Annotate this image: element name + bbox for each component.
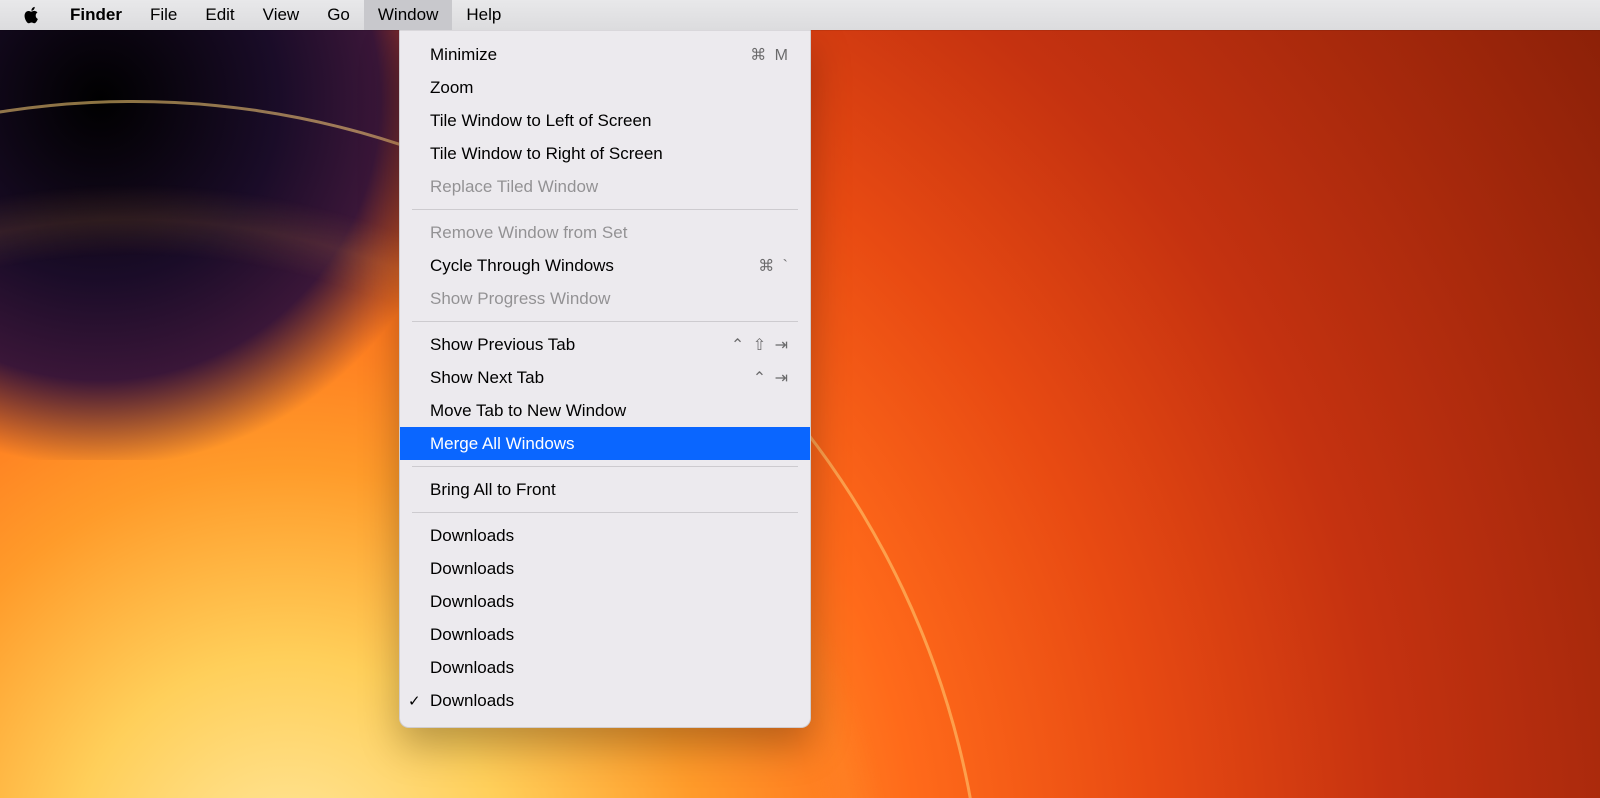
menu-item-label: Downloads (430, 559, 790, 579)
menubar-item-window[interactable]: Window (364, 0, 452, 30)
menubar-item-help[interactable]: Help (452, 0, 515, 30)
apple-menu-icon[interactable] (22, 5, 42, 25)
menu-item-tile-left[interactable]: Tile Window to Left of Screen (400, 104, 810, 137)
menu-item-shortcut: ⌃ ⇥ (720, 368, 790, 388)
menu-item-window-downloads[interactable]: Downloads (400, 519, 810, 552)
menu-item-label: Remove Window from Set (430, 223, 720, 243)
menubar: Finder File Edit View Go Window Help (0, 0, 1600, 30)
menu-item-show-progress: Show Progress Window (400, 282, 810, 315)
menu-item-cycle-windows[interactable]: Cycle Through Windows ⌘ ` (400, 249, 810, 282)
menu-item-label: Downloads (430, 625, 790, 645)
menu-item-shortcut: ⌘ ` (720, 256, 790, 276)
menu-item-label: Downloads (430, 691, 790, 711)
menu-item-merge-all-windows[interactable]: Merge All Windows (400, 427, 810, 460)
menubar-item-view[interactable]: View (249, 0, 314, 30)
menu-item-tile-right[interactable]: Tile Window to Right of Screen (400, 137, 810, 170)
menubar-item-edit[interactable]: Edit (191, 0, 248, 30)
menu-item-show-prev-tab[interactable]: Show Previous Tab ⌃ ⇧ ⇥ (400, 328, 810, 361)
menu-item-label: Downloads (430, 526, 790, 546)
menu-item-window-downloads[interactable]: Downloads (400, 618, 810, 651)
menu-item-label: Move Tab to New Window (430, 401, 720, 421)
window-menu-dropdown: Minimize ⌘ M Zoom Tile Window to Left of… (399, 30, 811, 728)
menu-item-label: Zoom (430, 78, 720, 98)
menu-item-shortcut: ⌃ ⇧ ⇥ (720, 335, 790, 355)
menu-item-bring-all-front[interactable]: Bring All to Front (400, 473, 810, 506)
menu-item-label: Tile Window to Left of Screen (430, 111, 720, 131)
menu-item-label: Tile Window to Right of Screen (430, 144, 720, 164)
menu-item-label: Show Previous Tab (430, 335, 720, 355)
menu-item-label: Show Progress Window (430, 289, 720, 309)
menu-item-label: Merge All Windows (430, 434, 720, 454)
menu-item-window-downloads[interactable]: Downloads (400, 585, 810, 618)
menu-item-label: Show Next Tab (430, 368, 720, 388)
menu-item-replace-tiled: Replace Tiled Window (400, 170, 810, 203)
menu-item-window-downloads[interactable]: Downloads (400, 651, 810, 684)
checkmark-icon: ✓ (408, 692, 421, 710)
menu-separator (412, 321, 798, 322)
menu-item-minimize[interactable]: Minimize ⌘ M (400, 38, 810, 71)
menu-item-zoom[interactable]: Zoom (400, 71, 810, 104)
menubar-item-go[interactable]: Go (313, 0, 364, 30)
menu-item-label: Minimize (430, 45, 720, 65)
menu-item-label: Downloads (430, 658, 790, 678)
desktop-background: Finder File Edit View Go Window Help Min… (0, 0, 1600, 798)
menu-item-label: Downloads (430, 592, 790, 612)
menu-separator (412, 512, 798, 513)
menubar-item-file[interactable]: File (136, 0, 191, 30)
menu-item-show-next-tab[interactable]: Show Next Tab ⌃ ⇥ (400, 361, 810, 394)
menu-item-remove-from-set: Remove Window from Set (400, 216, 810, 249)
menu-item-label: Bring All to Front (430, 480, 720, 500)
menu-separator (412, 209, 798, 210)
menubar-app-name[interactable]: Finder (56, 0, 136, 30)
menu-item-shortcut: ⌘ M (720, 45, 790, 65)
menu-separator (412, 466, 798, 467)
menu-item-window-downloads-active[interactable]: ✓ Downloads (400, 684, 810, 717)
menu-item-move-tab-new-window[interactable]: Move Tab to New Window (400, 394, 810, 427)
menu-item-window-downloads[interactable]: Downloads (400, 552, 810, 585)
menu-item-label: Cycle Through Windows (430, 256, 720, 276)
menu-item-label: Replace Tiled Window (430, 177, 720, 197)
